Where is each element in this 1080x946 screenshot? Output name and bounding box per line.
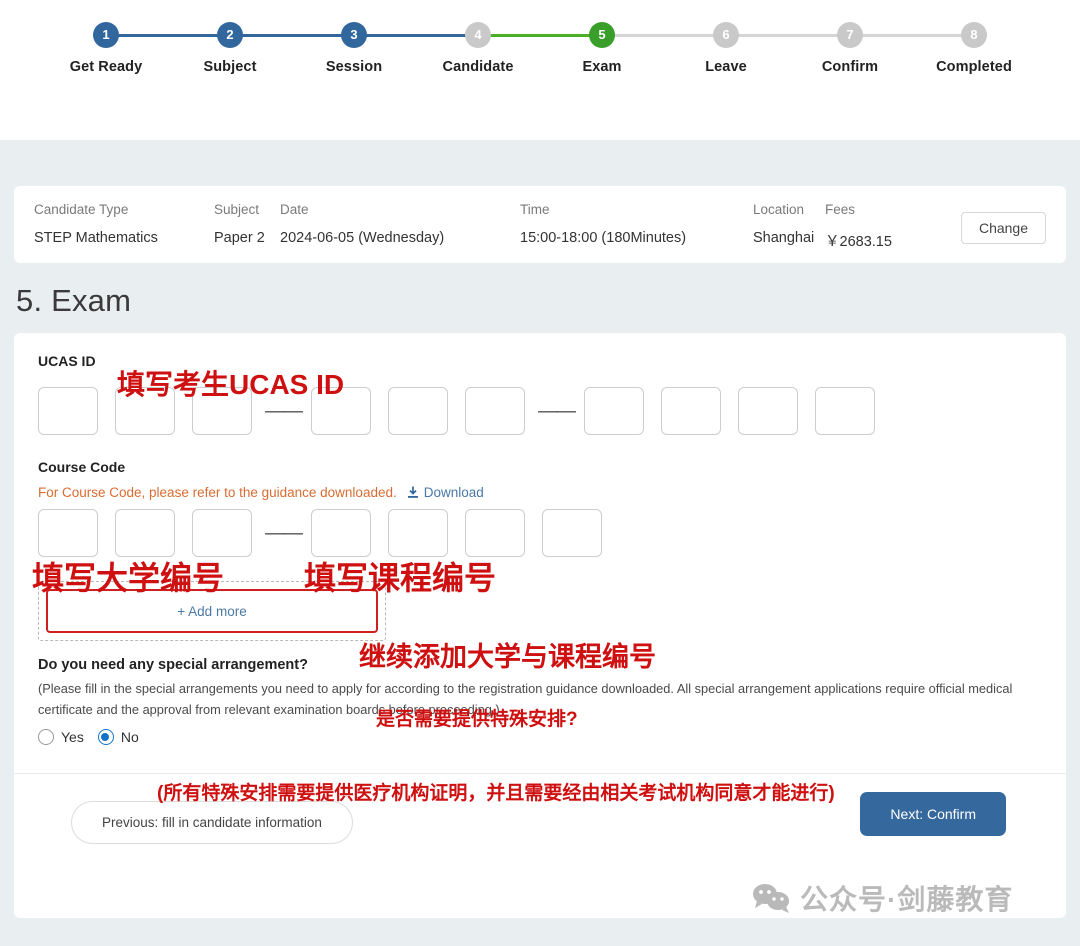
- radio-no[interactable]: [97, 729, 114, 746]
- step-label: Candidate: [442, 59, 514, 75]
- download-icon: [407, 486, 418, 498]
- summary-location-header: Location: [753, 202, 805, 217]
- course-code-box-2[interactable]: [115, 509, 175, 557]
- progress-stepper: 1 Get Ready 2 Subject 3 Session 4 Candidate 5 Exa…: [40, 22, 1040, 75]
- summary-date-header: Date: [280, 202, 309, 217]
- step-connector: [230, 34, 354, 37]
- course-code-box-4[interactable]: [311, 509, 371, 557]
- ucas-id-box-4[interactable]: [311, 387, 371, 435]
- ucas-id-box-10[interactable]: [815, 387, 875, 435]
- summary-location-value: Shanghai: [753, 230, 815, 246]
- course-code-box-7[interactable]: [542, 509, 602, 557]
- previous-button[interactable]: Previous: fill in candidate information: [71, 801, 353, 845]
- separator-dash: ——: [265, 399, 303, 422]
- ucas-id-box-8[interactable]: [661, 387, 721, 435]
- stepper-band: 1 Get Ready 2 Subject 3 Session 4 Candidate 5 Exa…: [0, 0, 1080, 140]
- step-label: Confirm: [821, 59, 879, 75]
- course-code-label: Course Code: [38, 459, 126, 475]
- summary-subject-header: Subject: [214, 202, 260, 217]
- special-arrangement-question: Do you need any special arrangement?: [38, 657, 308, 673]
- special-arrangement-radio-group: Yes No: [38, 729, 1042, 746]
- page-title: 5. Exam: [16, 283, 132, 318]
- step-label: Subject: [203, 59, 257, 75]
- summary-time-value: 15:00-18:00 (180Minutes): [520, 230, 687, 246]
- step-number: 8: [961, 22, 987, 48]
- ucas-id-box-1[interactable]: [38, 387, 98, 435]
- step-number: 5: [589, 22, 615, 48]
- radio-no-label: No: [120, 729, 139, 746]
- ucas-id-label: UCAS ID: [38, 353, 96, 369]
- step-exam[interactable]: 5 Exam: [540, 22, 726, 75]
- special-arrangement-note: (Please fill in the special arrangements…: [38, 681, 1013, 717]
- step-connector: [106, 34, 230, 37]
- step-leave[interactable]: 6 Leave: [664, 22, 850, 75]
- summary-time-header: Time: [520, 202, 550, 217]
- ucas-id-box-2[interactable]: [115, 387, 175, 435]
- step-subject[interactable]: 2 Subject: [168, 22, 354, 75]
- course-code-box-6[interactable]: [465, 509, 525, 557]
- form-actions: Previous: fill in candidate information …: [38, 774, 1042, 874]
- separator-dash: ——: [538, 399, 576, 422]
- summary-candidate-type: Candidate Type STEP Mathematics: [34, 202, 214, 246]
- summary-subject-value: Paper 2: [214, 230, 265, 246]
- course-code-box-1[interactable]: [38, 509, 98, 557]
- ucas-id-input-group: —— ——: [38, 387, 1042, 435]
- step-label: Session: [325, 59, 383, 75]
- step-label: Get Ready: [69, 59, 143, 75]
- step-label: Exam: [582, 59, 622, 75]
- course-code-hint: For Course Code, please refer to the gui…: [38, 485, 1042, 500]
- course-code-input-group: ——: [38, 509, 1042, 557]
- ucas-id-box-6[interactable]: [465, 387, 525, 435]
- download-link-label: Download: [423, 485, 484, 500]
- step-number: 1: [93, 22, 119, 48]
- step-session[interactable]: 3 Session: [292, 22, 478, 75]
- step-label: Leave: [705, 59, 747, 75]
- step-candidate[interactable]: 4 Candidate: [416, 22, 602, 75]
- summary-fees: Fees ￥2683.15: [825, 202, 925, 251]
- step-confirm[interactable]: 7 Confirm: [788, 22, 974, 75]
- add-more-zone: + Add more: [38, 581, 386, 641]
- booking-summary-card: Candidate Type STEP Mathematics Subject …: [14, 186, 1066, 263]
- step-number: 7: [837, 22, 863, 48]
- step-number: 2: [217, 22, 243, 48]
- course-code-hint-text: For Course Code, please refer to the gui…: [38, 485, 397, 500]
- change-button[interactable]: Change: [960, 212, 1046, 244]
- summary-date: Date 2024-06-05 (Wednesday): [280, 202, 520, 246]
- radio-yes-label: Yes: [61, 729, 84, 746]
- ucas-id-box-7[interactable]: [584, 387, 644, 435]
- summary-fees-header: Fees: [825, 202, 856, 217]
- summary-location: Location Shanghai: [753, 202, 825, 246]
- summary-date-value: 2024-06-05 (Wednesday): [280, 230, 445, 246]
- exam-form-card: UCAS ID —— —— Course Code For Course Code…: [14, 333, 1066, 918]
- step-get-ready[interactable]: 1 Get Ready: [44, 22, 230, 75]
- course-code-box-3[interactable]: [192, 509, 252, 557]
- summary-fees-value: ￥2683.15: [825, 234, 892, 250]
- add-more-button[interactable]: + Add more: [46, 589, 378, 633]
- radio-yes[interactable]: [38, 729, 54, 746]
- ucas-id-box-9[interactable]: [738, 387, 798, 435]
- summary-time: Time 15:00-18:00 (180Minutes): [520, 202, 753, 246]
- step-connector: [850, 34, 974, 37]
- summary-candidate-type-value: STEP Mathematics: [34, 230, 158, 246]
- step-connector: [478, 34, 602, 37]
- ucas-id-box-3[interactable]: [192, 387, 252, 435]
- step-number: 6: [713, 22, 739, 48]
- course-code-box-5[interactable]: [388, 509, 448, 557]
- ucas-id-box-5[interactable]: [388, 387, 448, 435]
- separator-dash: ——: [265, 521, 303, 544]
- step-connector: [602, 34, 726, 37]
- download-link[interactable]: Download: [407, 485, 484, 500]
- step-completed[interactable]: 8 Completed: [912, 22, 1036, 75]
- step-number: 3: [341, 22, 367, 48]
- step-label: Completed: [936, 59, 1012, 75]
- step-connector: [354, 34, 478, 37]
- summary-subject: Subject Paper 2: [214, 202, 280, 246]
- step-connector: [726, 34, 850, 37]
- next-button[interactable]: Next: Confirm: [860, 792, 1006, 837]
- summary-candidate-type-header: Candidate Type: [34, 202, 129, 217]
- step-number: 4: [465, 22, 491, 48]
